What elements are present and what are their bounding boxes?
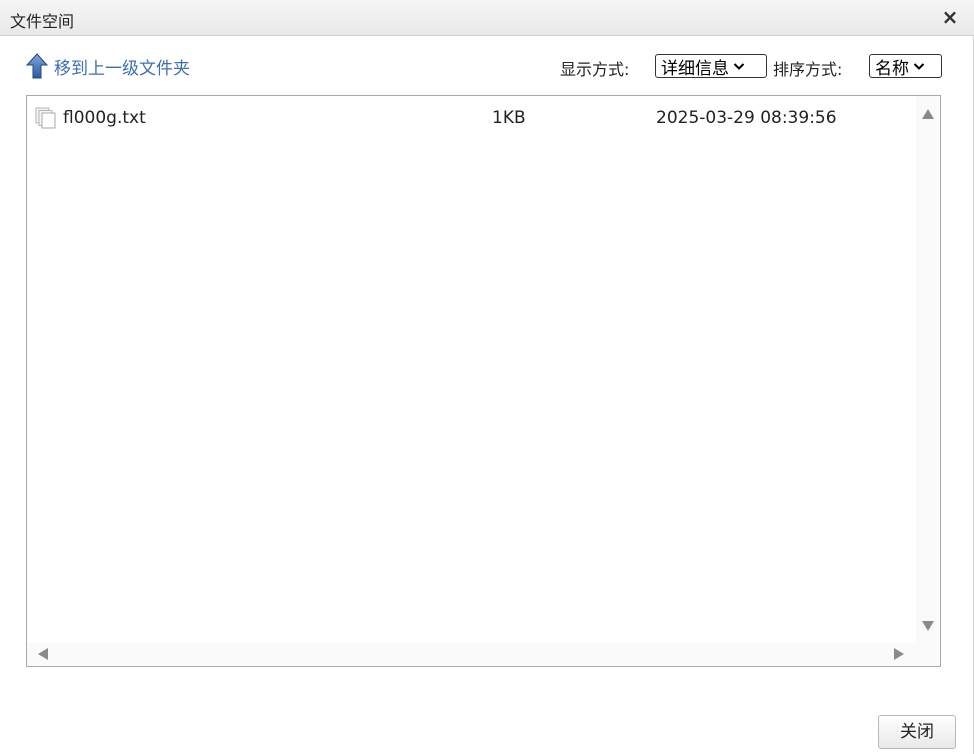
horizontal-scrollbar[interactable]	[27, 642, 940, 666]
scroll-left-arrow-icon[interactable]	[37, 647, 49, 661]
arrow-up-icon	[26, 53, 48, 79]
chevron-down-icon	[913, 63, 925, 70]
scroll-up-arrow-icon[interactable]	[921, 108, 935, 120]
sort-mode-select[interactable]: 名称	[869, 54, 942, 79]
file-list-item[interactable]: fl000g.txt 1KB 2025-03-29 08:39:56	[35, 106, 915, 130]
file-icon	[35, 107, 56, 129]
close-button[interactable]: 关闭	[878, 715, 956, 749]
display-mode-value: 详细信息	[661, 58, 729, 79]
up-folder-button[interactable]: 移到上一级文件夹	[26, 52, 190, 80]
close-icon[interactable]: ×	[940, 6, 960, 28]
file-space-dialog: 文件空间 × 移到上一级文件夹 显示方式: 详细信息 排序方式: 名称 fl00…	[0, 0, 974, 754]
vertical-scrollbar[interactable]	[916, 96, 940, 642]
sort-mode-value: 名称	[875, 58, 909, 79]
dialog-title: 文件空间	[10, 12, 75, 31]
title-bar: 文件空间 ×	[0, 0, 974, 36]
display-mode-label: 显示方式:	[560, 60, 630, 79]
file-list-panel: fl000g.txt 1KB 2025-03-29 08:39:56	[26, 95, 941, 667]
sort-mode-label: 排序方式:	[773, 60, 843, 79]
file-name: fl000g.txt	[63, 108, 146, 128]
up-folder-label: 移到上一级文件夹	[54, 58, 190, 79]
scroll-right-arrow-icon[interactable]	[893, 647, 905, 661]
file-size: 1KB	[492, 108, 526, 128]
chevron-down-icon	[733, 63, 745, 70]
file-modified-date: 2025-03-29 08:39:56	[656, 108, 837, 128]
display-mode-select[interactable]: 详细信息	[655, 54, 767, 79]
scroll-down-arrow-icon[interactable]	[921, 620, 935, 632]
